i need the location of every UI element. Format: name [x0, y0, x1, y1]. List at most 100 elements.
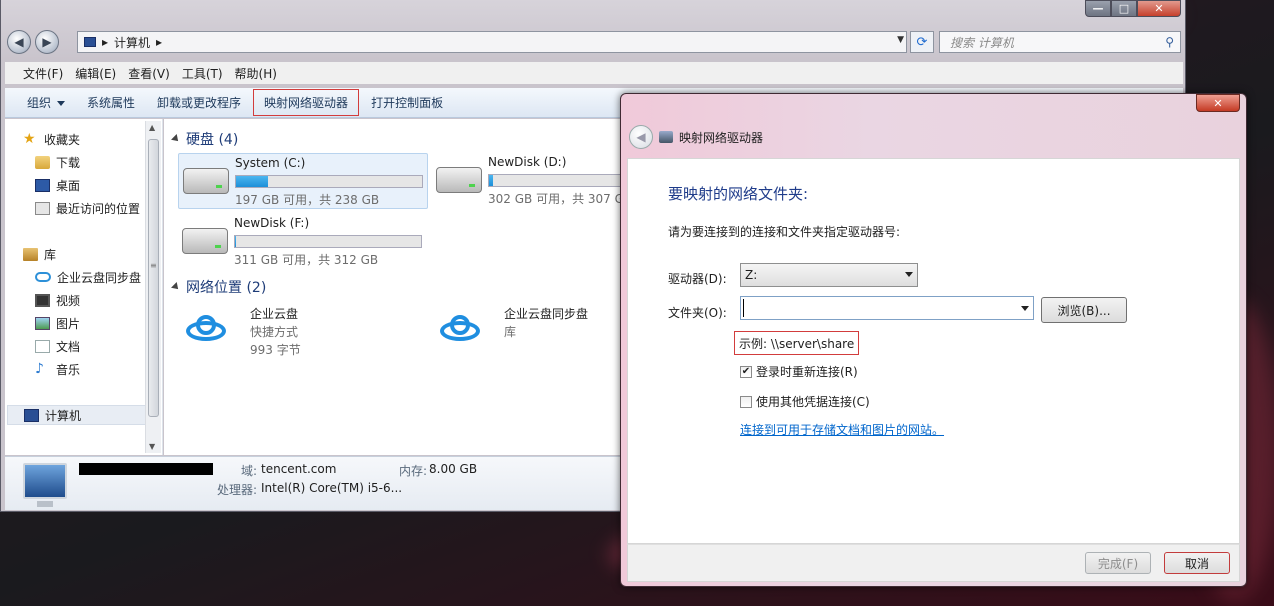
browse-button[interactable]: 浏览(B)... [1041, 297, 1127, 323]
computer-icon [24, 408, 39, 422]
memory-value: 8.00 GB [429, 462, 478, 476]
dialog-subtitle: 请为要连接到的连接和文件夹指定驱动器号: [668, 225, 901, 239]
processor-value: Intel(R) Core(TM) i5-6... [261, 481, 403, 495]
drive-usage-fill [235, 236, 236, 247]
minimize-button[interactable]: — [1085, 0, 1111, 17]
checkbox-label: 登录时重新连接(R) [756, 365, 858, 379]
hard-drive-icon [183, 168, 229, 194]
menu-edit[interactable]: 编辑(E) [69, 65, 122, 82]
map-network-drive-button[interactable]: 映射网络驱动器 [253, 89, 360, 116]
drive-free-space: 197 GB 可用，共 238 GB [235, 193, 380, 207]
folder-text-field[interactable] [743, 299, 1015, 317]
menu-bar: 文件(F) 编辑(E) 查看(V) 工具(T) 帮助(H) [5, 62, 1183, 84]
organize-button[interactable]: 组织 [17, 90, 75, 115]
refresh-button[interactable]: ⟳ [910, 31, 934, 53]
processor-label: 处理器: [217, 483, 258, 497]
navigation-scrollbar[interactable]: ▲ ≡ ▼ [145, 121, 161, 453]
network-item-cloud-sync[interactable]: 企业云盘同步盘 库 [436, 303, 624, 357]
menu-help[interactable]: 帮助(H) [229, 65, 283, 82]
sidebar-item-videos[interactable]: 视频 [35, 290, 80, 310]
search-icon[interactable]: ⚲ [1165, 35, 1174, 49]
sidebar-item-documents[interactable]: 文档 [35, 336, 80, 356]
scroll-up-icon[interactable]: ▲ [149, 123, 155, 132]
drive-f[interactable]: NewDisk (F:) 311 GB 可用，共 312 GB [178, 214, 428, 270]
drive-letter-select[interactable]: Z: [740, 263, 918, 287]
drive-c[interactable]: System (C:) 197 GB 可用，共 238 GB [178, 153, 428, 209]
sidebar-item-cloud-sync[interactable]: 企业云盘同步盘 [35, 267, 141, 287]
desktop-icon [35, 178, 50, 192]
grip-icon: ≡ [150, 261, 157, 270]
scroll-down-icon[interactable]: ▼ [149, 442, 155, 451]
sidebar-item-label: 企业云盘同步盘 [57, 270, 142, 285]
network-locations-heading[interactable]: 网络位置 (2) [171, 277, 267, 297]
collapse-icon[interactable] [171, 134, 181, 144]
sidebar-item-label: 计算机 [45, 408, 82, 423]
memory-label: 内存: [399, 464, 428, 478]
library-icon [23, 247, 38, 261]
folder-input[interactable] [740, 296, 1034, 320]
breadcrumb-separator[interactable]: ▸ [156, 35, 162, 49]
connect-website-link[interactable]: 连接到可用于存储文档和图片的网站。 [740, 421, 944, 438]
forward-button[interactable]: ▶ [35, 30, 59, 54]
domain-label: 域: [241, 464, 258, 478]
sidebar-item-desktop[interactable]: 桌面 [35, 175, 80, 195]
drive-name: NewDisk (D:) [488, 155, 567, 169]
drive-usage-fill [236, 176, 268, 187]
chevron-down-icon[interactable] [1021, 306, 1029, 311]
checkbox-box[interactable] [740, 395, 752, 408]
reconnect-checkbox[interactable]: ✔ 登录时重新连接(R) [740, 363, 858, 380]
menu-file[interactable]: 文件(F) [17, 65, 69, 82]
close-button[interactable]: ✕ [1137, 0, 1181, 17]
sidebar-item-downloads[interactable]: 下载 [35, 152, 80, 172]
video-icon [35, 293, 50, 307]
sidebar-item-computer[interactable]: 计算机 [7, 405, 147, 425]
network-item-cloud-drive[interactable]: 企业云盘 快捷方式 993 字节 [182, 303, 422, 357]
chevron-down-icon[interactable]: ▼ [897, 35, 904, 45]
dialog-close-button[interactable]: ✕ [1196, 94, 1240, 112]
section-title: 网络位置 (2) [186, 280, 267, 296]
sidebar-group-label: 库 [44, 247, 57, 262]
drive-name: NewDisk (F:) [234, 216, 310, 230]
open-control-panel-button[interactable]: 打开控制面板 [361, 90, 453, 115]
other-credentials-checkbox[interactable]: 使用其他凭据连接(C) [740, 393, 870, 410]
recent-places-icon [35, 201, 50, 215]
drive-usage-bar [235, 175, 423, 188]
domain-value: tencent.com [261, 462, 337, 476]
map-network-drive-dialog: ✕ ◀ 映射网络驱动器 要映射的网络文件夹: 请为要连接到的连接和文件夹指定驱动… [620, 93, 1247, 587]
menu-view[interactable]: 查看(V) [122, 65, 176, 82]
sidebar-group-libraries[interactable]: 库 [23, 244, 56, 264]
drive-d[interactable]: NewDisk (D:) 302 GB 可用，共 307 GB [432, 153, 624, 209]
back-arrow-icon[interactable]: ◀ [629, 125, 653, 149]
sidebar-group-favorites[interactable]: ★ 收藏夹 [23, 129, 80, 149]
sidebar-item-recent-places[interactable]: 最近访问的位置 [35, 198, 140, 218]
checkbox-box[interactable]: ✔ [740, 365, 752, 378]
section-title: 硬盘 (4) [186, 132, 239, 148]
picture-icon [35, 316, 50, 330]
drive-label: 驱动器(D): [668, 272, 727, 286]
sidebar-item-label: 桌面 [56, 178, 81, 193]
chevron-down-icon[interactable] [905, 272, 913, 277]
system-properties-button[interactable]: 系统属性 [77, 90, 145, 115]
navigation-bar: ◀ ▶ ▸ 计算机 ▸ ▼ ⟳ 搜索 计算机 ⚲ [5, 28, 1183, 56]
back-button[interactable]: ◀ [7, 30, 31, 54]
breadcrumb-computer[interactable]: 计算机 [114, 34, 150, 51]
refresh-icon: ⟳ [916, 34, 928, 50]
cloud-icon [440, 315, 480, 341]
search-input[interactable]: 搜索 计算机 ⚲ [939, 31, 1181, 53]
sidebar-item-pictures[interactable]: 图片 [35, 313, 80, 333]
scrollbar-thumb[interactable] [148, 139, 159, 417]
sidebar-item-label: 文档 [56, 339, 81, 354]
sidebar-item-music[interactable]: ♪ 音乐 [35, 359, 80, 379]
uninstall-program-button[interactable]: 卸载或更改程序 [147, 90, 251, 115]
hard-drive-icon [182, 228, 228, 254]
network-item-name: 企业云盘 [250, 307, 299, 321]
collapse-icon[interactable] [171, 282, 181, 292]
dialog-title: 映射网络驱动器 [679, 130, 764, 145]
menu-tools[interactable]: 工具(T) [176, 65, 229, 82]
cancel-button[interactable]: 取消 [1164, 552, 1230, 574]
breadcrumb-separator[interactable]: ▸ [102, 35, 108, 49]
hard-disks-heading[interactable]: 硬盘 (4) [171, 129, 239, 149]
finish-button[interactable]: 完成(F) [1085, 552, 1151, 574]
address-bar[interactable]: ▸ 计算机 ▸ ▼ [77, 31, 907, 53]
maximize-button[interactable]: □ [1111, 0, 1137, 17]
